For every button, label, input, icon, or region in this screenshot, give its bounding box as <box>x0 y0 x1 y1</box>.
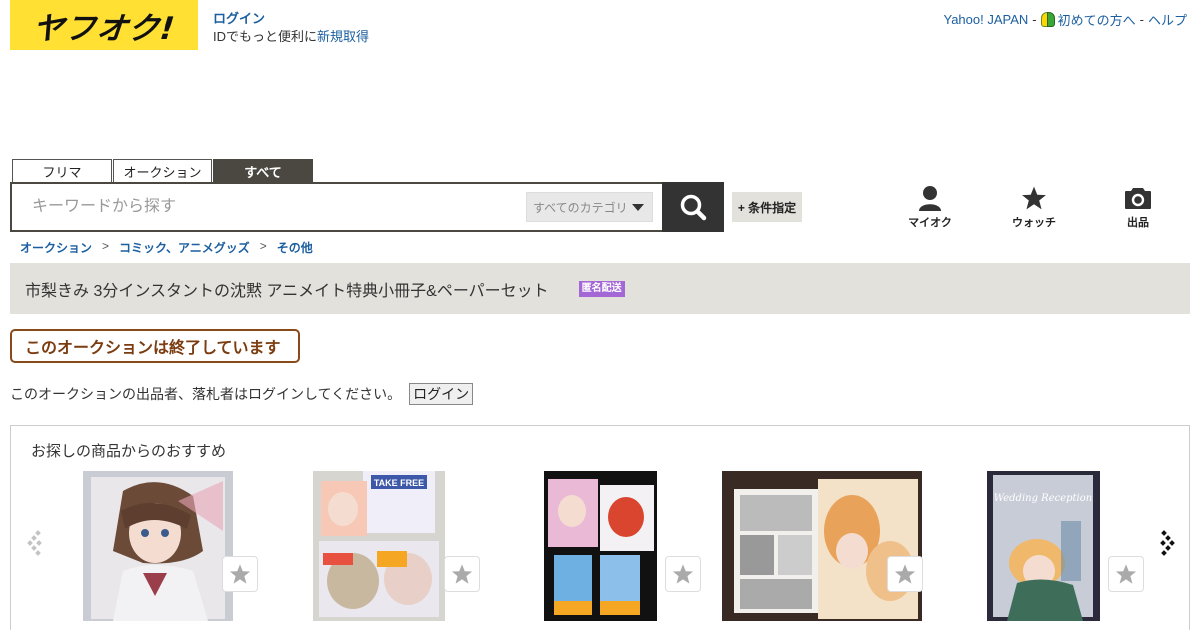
login-button[interactable]: ログイン <box>409 383 474 405</box>
manga-volumes-image <box>544 471 657 621</box>
breadcrumb-separator: > <box>102 239 110 253</box>
star-icon <box>672 564 694 584</box>
anonymous-shipping-badge: 匿名配送 <box>578 280 625 297</box>
breadcrumb-auction[interactable]: オークション <box>20 239 92 256</box>
caret-down-icon <box>632 203 644 211</box>
recommend-item-3-image[interactable] <box>544 471 657 621</box>
item-title-bar: 市梨きみ 3分インスタントの沈黙 アニメイト特典小冊子&ペーパーセット 匿名配送 <box>10 263 1190 314</box>
help-link[interactable]: ヘルプ <box>1148 10 1187 29</box>
register-link[interactable]: 新規取得 <box>317 29 369 44</box>
logo-text: ヤフオク! <box>30 10 177 47</box>
watch-star-button[interactable] <box>665 556 701 592</box>
yahuoku-logo[interactable]: ヤフオク! <box>10 0 198 50</box>
wedding-card-text: Wedding Reception <box>994 493 1092 504</box>
category-select-label: すべてのカテゴリ <box>533 200 628 215</box>
wedding-card-image: Wedding Reception <box>987 471 1100 621</box>
person-icon <box>919 186 941 211</box>
recommend-item-5-image[interactable]: Wedding Reception <box>987 471 1100 621</box>
myauction-button[interactable]: マイオク <box>900 184 960 230</box>
beginners-guide-link[interactable]: 初めての方へ <box>1058 10 1136 29</box>
watch-star-button[interactable] <box>444 556 480 592</box>
top-link-separator: - <box>1139 12 1144 27</box>
search-scope-tabs: フリマ オークション すべて <box>12 159 313 182</box>
watch-star-button[interactable] <box>222 556 258 592</box>
auction-ended-notice: このオークションは終了しています <box>10 329 300 363</box>
login-note-text: このオークションの出品者、落札者はログインしてください。 <box>10 386 402 402</box>
carousel-prev-icon[interactable] <box>26 528 46 558</box>
yahoo-japan-link[interactable]: Yahoo! JAPAN <box>943 12 1028 27</box>
sell-label: 出品 <box>1127 217 1149 229</box>
tab-auction[interactable]: オークション <box>113 159 212 182</box>
login-note: このオークションの出品者、落札者はログインしてください。 ログイン <box>10 383 474 405</box>
search-button[interactable] <box>662 182 724 232</box>
recommend-item-4-image[interactable] <box>722 471 922 621</box>
recommendation-title: お探しの商品からのおすすめ <box>31 443 227 460</box>
login-area: ログイン IDでもっと便利に新規取得 <box>213 10 369 46</box>
watch-star-button[interactable] <box>887 556 923 592</box>
breadcrumb: オークション > コミック、アニメグッズ > その他 <box>20 239 313 256</box>
login-sub-text: IDでもっと便利に <box>213 29 318 44</box>
star-icon <box>229 564 251 584</box>
sell-button[interactable]: 出品 <box>1108 184 1168 230</box>
recommend-item-1-image[interactable] <box>83 471 233 621</box>
breadcrumb-separator: > <box>259 239 267 253</box>
booklet-set-image: TAKE FREE <box>313 471 445 621</box>
recommend-item-2-image[interactable]: TAKE FREE <box>313 471 445 621</box>
star-icon <box>1115 564 1137 584</box>
search-box: すべてのカテゴリ <box>10 182 664 232</box>
top-links: Yahoo! JAPAN - 初めての方へ - ヘルプ <box>943 10 1187 29</box>
star-icon <box>1022 186 1046 210</box>
manga-pages-image <box>722 471 922 621</box>
anime-cover-image <box>83 471 233 621</box>
beginner-mark-icon <box>1040 12 1055 27</box>
watch-label: ウォッチ <box>1012 217 1056 229</box>
star-icon <box>894 564 916 584</box>
myauction-label: マイオク <box>908 217 952 229</box>
watch-button[interactable]: ウォッチ <box>1004 184 1064 230</box>
breadcrumb-comic-anime[interactable]: コミック、アニメグッズ <box>119 239 250 256</box>
recommendation-panel: お探しの商品からのおすすめ TAKE FREE Wedding Receptio… <box>10 425 1190 630</box>
top-link-separator: - <box>1032 12 1037 27</box>
login-link[interactable]: ログイン <box>213 10 369 28</box>
condition-button[interactable]: + 条件指定 <box>732 192 802 222</box>
take-free-text: TAKE FREE <box>374 478 424 488</box>
item-title: 市梨きみ 3分インスタントの沈黙 アニメイト特典小冊子&ペーパーセット <box>25 282 549 300</box>
star-icon <box>451 564 473 584</box>
tab-furima[interactable]: フリマ <box>12 159 112 182</box>
breadcrumb-other[interactable]: その他 <box>277 239 313 256</box>
carousel-next-icon[interactable] <box>1156 528 1176 558</box>
camera-icon <box>1125 188 1151 209</box>
category-select[interactable]: すべてのカテゴリ <box>526 192 653 222</box>
watch-star-button[interactable] <box>1108 556 1144 592</box>
tab-all[interactable]: すべて <box>213 159 313 182</box>
search-input[interactable] <box>12 184 526 230</box>
search-icon <box>680 194 707 221</box>
